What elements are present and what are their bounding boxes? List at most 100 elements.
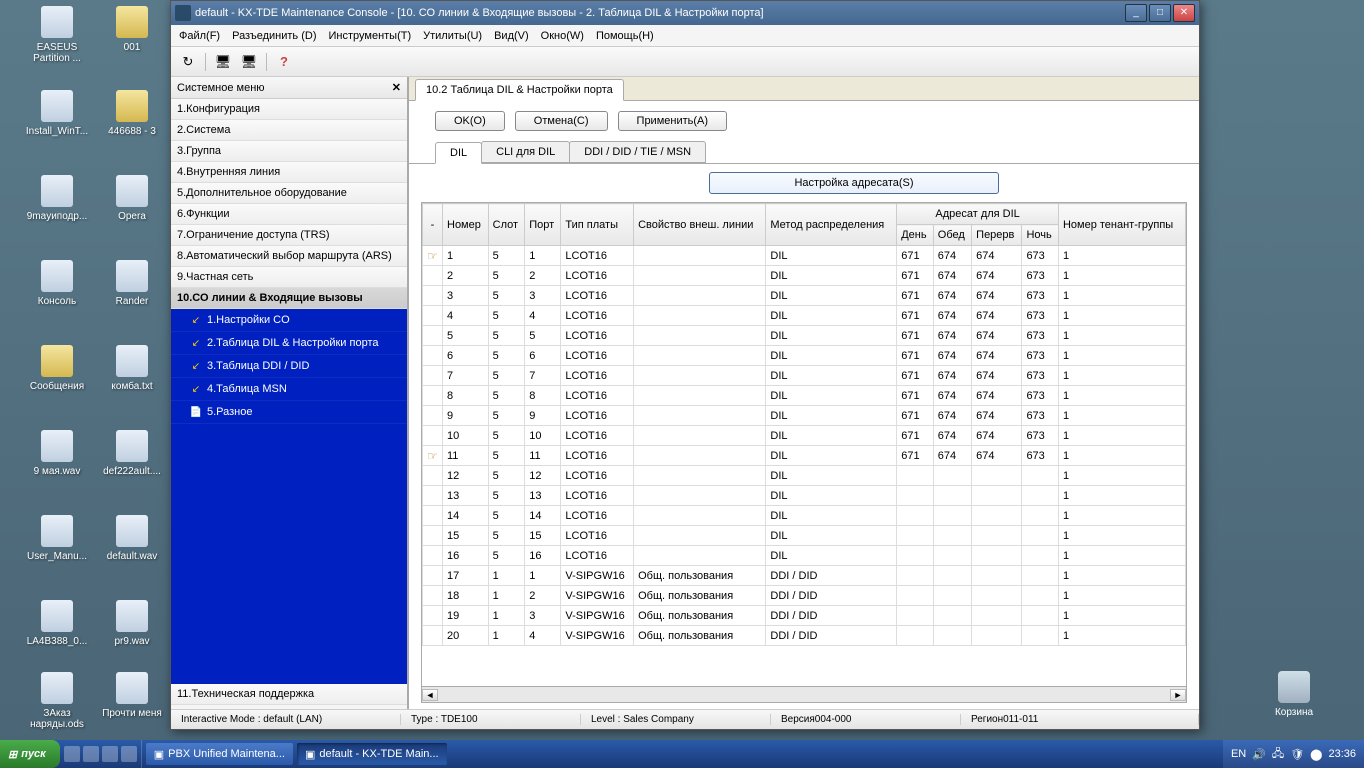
cell-card[interactable]: LCOT16: [561, 486, 634, 506]
sidebar-subitem[interactable]: ↙2.Таблица DIL & Настройки порта: [171, 332, 407, 355]
recycle-bin[interactable]: Корзина: [1264, 671, 1324, 718]
cell-lunch[interactable]: 674: [933, 406, 971, 426]
menu-item[interactable]: Разъединить (D): [232, 30, 316, 42]
tray-network-icon[interactable]: 🖧: [1272, 745, 1284, 764]
cell-night[interactable]: 673: [1022, 346, 1059, 366]
desktop-icon[interactable]: 9mayиподр...: [20, 175, 94, 222]
cell-number[interactable]: 5: [443, 326, 489, 346]
cell-night[interactable]: 673: [1022, 366, 1059, 386]
cell-lunch[interactable]: 674: [933, 246, 971, 266]
data-table-scroll[interactable]: - Номер Слот Порт Тип платы Свойство вне…: [421, 202, 1187, 687]
cell-prop[interactable]: [634, 246, 766, 266]
cell-port[interactable]: 2: [525, 266, 561, 286]
desktop-icon[interactable]: ЗАказ наряды.ods: [20, 672, 94, 730]
cell-card[interactable]: LCOT16: [561, 426, 634, 446]
cell-tenant[interactable]: 1: [1058, 366, 1185, 386]
cell-port[interactable]: 6: [525, 346, 561, 366]
col-number[interactable]: Номер: [443, 204, 489, 246]
ok-button[interactable]: OK(O): [435, 111, 505, 131]
cell-slot[interactable]: 1: [488, 626, 525, 646]
cell-day[interactable]: [897, 526, 934, 546]
desktop-icon[interactable]: 9 мая.wav: [20, 430, 94, 477]
cell-break[interactable]: 674: [972, 246, 1022, 266]
cell-number[interactable]: 6: [443, 346, 489, 366]
cell-card[interactable]: LCOT16: [561, 386, 634, 406]
horizontal-scrollbar[interactable]: ◄ ►: [421, 687, 1187, 703]
col-break[interactable]: Перерв: [972, 225, 1022, 246]
cell-tenant[interactable]: 1: [1058, 386, 1185, 406]
close-button[interactable]: ✕: [1173, 4, 1195, 22]
inner-tab[interactable]: CLI для DIL: [481, 141, 570, 163]
cell-break[interactable]: [972, 626, 1022, 646]
help-icon[interactable]: ?: [273, 51, 295, 73]
cell-method[interactable]: DDI / DID: [766, 606, 897, 626]
cell-tenant[interactable]: 1: [1058, 606, 1185, 626]
cell-card[interactable]: V-SIPGW16: [561, 626, 634, 646]
table-row[interactable]: 3 5 3 LCOT16 DIL 671 674 674 673 1: [423, 286, 1186, 306]
sidebar-item[interactable]: 7.Ограничение доступа (TRS): [171, 225, 407, 246]
cell-port[interactable]: 13: [525, 486, 561, 506]
table-row[interactable]: 13 5 13 LCOT16 DIL 1: [423, 486, 1186, 506]
cell-slot[interactable]: 1: [488, 606, 525, 626]
cell-day[interactable]: 671: [897, 326, 934, 346]
cell-lunch[interactable]: 674: [933, 306, 971, 326]
tray-clock[interactable]: 23:36: [1328, 748, 1356, 760]
cell-number[interactable]: 13: [443, 486, 489, 506]
cell-night[interactable]: 673: [1022, 266, 1059, 286]
cell-break[interactable]: 674: [972, 426, 1022, 446]
cell-break[interactable]: 674: [972, 386, 1022, 406]
cell-number[interactable]: 10: [443, 426, 489, 446]
table-row[interactable]: 10 5 10 LCOT16 DIL 671 674 674 673 1: [423, 426, 1186, 446]
cell-lunch[interactable]: 674: [933, 366, 971, 386]
cell-day[interactable]: 671: [897, 366, 934, 386]
sidebar-close-icon[interactable]: ✕: [392, 81, 401, 94]
desktop-icon[interactable]: Сообщения: [20, 345, 94, 392]
cell-method[interactable]: DIL: [766, 286, 897, 306]
table-row[interactable]: 5 5 5 LCOT16 DIL 671 674 674 673 1: [423, 326, 1186, 346]
menu-item[interactable]: Утилиты(U): [423, 30, 482, 42]
cell-port[interactable]: 8: [525, 386, 561, 406]
cell-prop[interactable]: [634, 286, 766, 306]
cell-method[interactable]: DIL: [766, 446, 897, 466]
desktop-icon[interactable]: def222ault....: [95, 430, 169, 477]
cell-break[interactable]: [972, 506, 1022, 526]
col-day[interactable]: День: [897, 225, 934, 246]
cell-night[interactable]: [1022, 606, 1059, 626]
cell-day[interactable]: 671: [897, 286, 934, 306]
titlebar[interactable]: default - KX-TDE Maintenance Console - […: [171, 1, 1199, 25]
cell-break[interactable]: 674: [972, 326, 1022, 346]
menu-item[interactable]: Окно(W): [541, 30, 584, 42]
cell-break[interactable]: 674: [972, 406, 1022, 426]
cell-night[interactable]: 673: [1022, 446, 1059, 466]
table-row[interactable]: 4 5 4 LCOT16 DIL 671 674 674 673 1: [423, 306, 1186, 326]
table-row[interactable]: 6 5 6 LCOT16 DIL 671 674 674 673 1: [423, 346, 1186, 366]
cell-number[interactable]: 7: [443, 366, 489, 386]
cell-tenant[interactable]: 1: [1058, 626, 1185, 646]
cell-number[interactable]: 2: [443, 266, 489, 286]
cell-night[interactable]: 673: [1022, 306, 1059, 326]
col-slot[interactable]: Слот: [488, 204, 525, 246]
cell-card[interactable]: LCOT16: [561, 466, 634, 486]
cancel-button[interactable]: Отмена(C): [515, 111, 608, 131]
cell-number[interactable]: 11: [443, 446, 489, 466]
inner-tab[interactable]: DDI / DID / TIE / MSN: [569, 141, 706, 163]
cell-port[interactable]: 1: [525, 566, 561, 586]
scroll-right-icon[interactable]: ►: [1170, 689, 1186, 701]
cell-slot[interactable]: 5: [488, 326, 525, 346]
tray-volume-icon[interactable]: 🔊: [1252, 748, 1266, 761]
cell-port[interactable]: 10: [525, 426, 561, 446]
cell-tenant[interactable]: 1: [1058, 486, 1185, 506]
cell-slot[interactable]: 5: [488, 506, 525, 526]
table-row[interactable]: 14 5 14 LCOT16 DIL 1: [423, 506, 1186, 526]
taskbar-item[interactable]: ▣PBX Unified Maintena...: [146, 743, 293, 765]
cell-tenant[interactable]: 1: [1058, 326, 1185, 346]
desktop-icon[interactable]: default.wav: [95, 515, 169, 562]
cell-slot[interactable]: 1: [488, 566, 525, 586]
cell-number[interactable]: 17: [443, 566, 489, 586]
cell-card[interactable]: V-SIPGW16: [561, 586, 634, 606]
tray-shield-icon[interactable]: 🛡: [1290, 748, 1304, 761]
cell-day[interactable]: [897, 606, 934, 626]
screen-icon[interactable]: 🖥: [212, 51, 234, 73]
table-row[interactable]: 19 1 3 V-SIPGW16 Общ. пользования DDI / …: [423, 606, 1186, 626]
cell-day[interactable]: 671: [897, 346, 934, 366]
